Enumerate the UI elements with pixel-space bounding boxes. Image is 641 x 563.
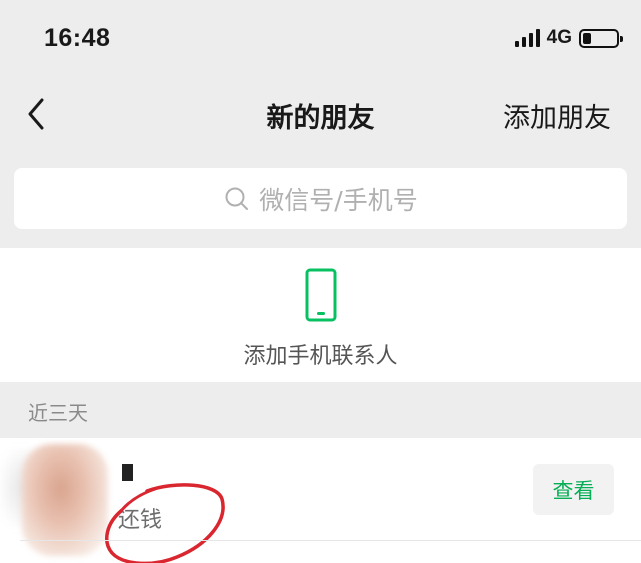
search-icon <box>225 187 249 210</box>
mobile-phone-icon <box>305 268 337 322</box>
status-bar: 16:48 4G <box>0 0 641 78</box>
recent-section-header: 近三天 <box>28 401 88 425</box>
add-phone-contacts-entry[interactable]: 添加手机联系人 <box>0 248 641 382</box>
search-placeholder: 微信号/手机号 <box>259 185 418 215</box>
view-request-button[interactable]: 查看 <box>533 464 614 515</box>
battery-icon <box>579 28 623 48</box>
row-divider <box>20 540 641 541</box>
request-message: 还钱 <box>118 508 163 533</box>
signal-strength-icon <box>514 29 540 47</box>
friend-request-row[interactable]: 还钱 查看 <box>0 438 641 563</box>
navigation-bar: 新的朋友 添加朋友 <box>0 80 641 146</box>
network-type: 4G <box>546 27 572 48</box>
add-friend-button[interactable]: 添加朋友 <box>503 96 611 135</box>
status-time: 16:48 <box>44 24 111 52</box>
search-input[interactable]: 微信号/手机号 <box>14 168 627 229</box>
status-indicators: 4G <box>514 27 623 49</box>
redacted-name <box>122 464 133 481</box>
add-phone-contacts-label: 添加手机联系人 <box>243 344 398 369</box>
